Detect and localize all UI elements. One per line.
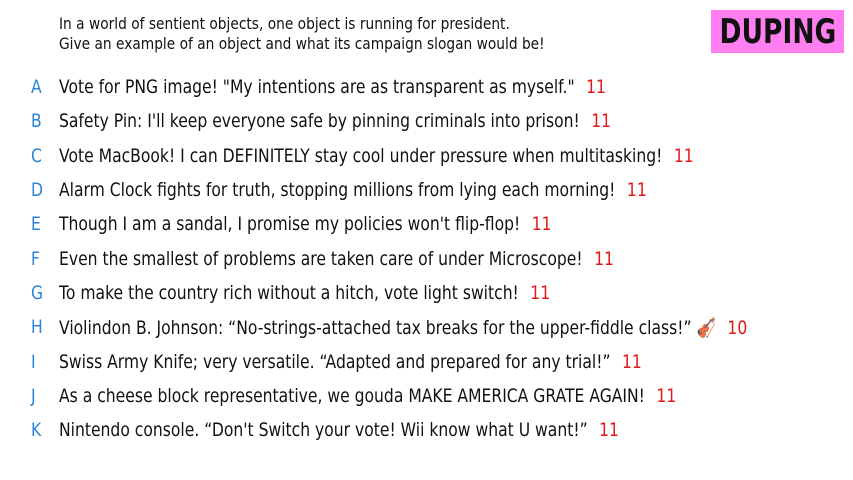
answer-text: Vote for PNG image! "My intentions are a…: [59, 76, 575, 99]
answer-letter: H: [31, 316, 43, 339]
answer-text: Violindon B. Johnson: “No-strings-attach…: [59, 316, 692, 339]
answer-list: A Vote for PNG image! "My intentions are…: [0, 70, 853, 447]
answer-score: 11: [599, 419, 619, 442]
answer-score: 11: [531, 213, 552, 236]
answer-row-k[interactable]: K Nintendo console. “Don't Switch your v…: [0, 413, 853, 447]
answer-text: Alarm Clock fights for truth, stopping m…: [59, 179, 616, 202]
answer-row-j[interactable]: J As a cheese block representative, we g…: [0, 379, 853, 413]
answer-score: 11: [673, 144, 694, 167]
answer-row-f[interactable]: F Even the smallest of problems are take…: [0, 241, 853, 275]
answer-score: 11: [586, 76, 606, 99]
prompt-text: In a world of sentient objects, one obje…: [59, 14, 592, 54]
answer-row-a[interactable]: A Vote for PNG image! "My intentions are…: [0, 70, 853, 104]
answer-score: 11: [656, 384, 677, 407]
answer-row-g[interactable]: G To make the country rich without a hit…: [0, 276, 853, 310]
answer-letter: K: [31, 419, 42, 442]
answer-score: 11: [530, 281, 551, 304]
answer-text: Vote MacBook! I can DEFINITELY stay cool…: [59, 144, 663, 167]
answer-letter: E: [31, 213, 41, 236]
answer-text: Though I am a sandal, I promise my polic…: [59, 213, 521, 236]
answer-letter: C: [31, 144, 42, 167]
phase-label: DUPING: [719, 11, 836, 52]
answer-row-i[interactable]: I Swiss Army Knife; very versatile. “Ada…: [0, 344, 853, 378]
prompt-line-2: Give an example of an object and what it…: [59, 34, 545, 53]
answer-row-d[interactable]: D Alarm Clock fights for truth, stopping…: [0, 173, 853, 207]
answer-letter: B: [31, 110, 42, 133]
answer-text: Nintendo console. “Don't Switch your vot…: [59, 419, 588, 442]
answer-letter: D: [31, 179, 44, 202]
answer-score: 11: [622, 350, 642, 373]
answer-row-h[interactable]: H Violindon B. Johnson: “No-strings-atta…: [0, 310, 853, 344]
answer-letter: I: [31, 350, 36, 373]
answer-row-c[interactable]: C Vote MacBook! I can DEFINITELY stay co…: [0, 139, 853, 173]
answer-letter: J: [31, 384, 36, 407]
answer-row-e[interactable]: E Though I am a sandal, I promise my pol…: [0, 207, 853, 241]
phase-badge: DUPING: [711, 10, 844, 53]
answer-row-b[interactable]: B Safety Pin: I'll keep everyone safe by…: [0, 104, 853, 138]
answer-letter: F: [31, 247, 40, 270]
answer-text: Safety Pin: I'll keep everyone safe by p…: [59, 110, 580, 133]
answer-text: As a cheese block representative, we gou…: [59, 384, 645, 407]
answer-letter: G: [31, 281, 44, 304]
answer-score: 11: [594, 247, 614, 270]
answer-letter: A: [31, 76, 42, 99]
answer-score: 11: [591, 110, 612, 133]
answer-score: 11: [626, 179, 647, 202]
prompt-line-1: In a world of sentient objects, one obje…: [59, 14, 510, 33]
answer-text: Even the smallest of problems are taken …: [59, 247, 583, 270]
answer-score: 10: [727, 316, 748, 339]
violin-emoji-icon: 🎻: [696, 316, 716, 339]
answer-text: To make the country rich without a hitch…: [59, 281, 519, 304]
answer-text: Swiss Army Knife; very versatile. “Adapt…: [59, 350, 611, 373]
